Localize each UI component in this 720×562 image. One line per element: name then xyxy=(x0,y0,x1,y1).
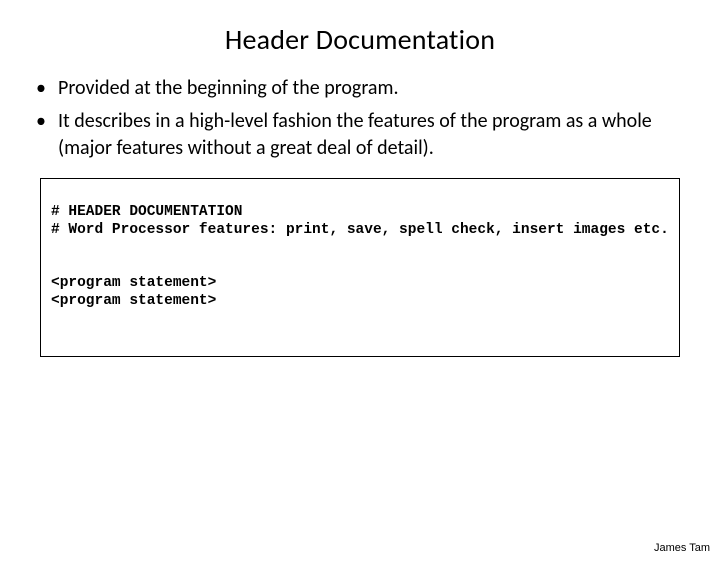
footer-author: James Tam xyxy=(654,542,710,554)
code-box: # HEADER DOCUMENTATION # Word Processor … xyxy=(40,178,680,357)
code-line: <program statement> xyxy=(51,275,216,291)
bullet-list: Provided at the beginning of the program… xyxy=(30,75,690,162)
code-line: # HEADER DOCUMENTATION xyxy=(51,204,242,220)
code-line: # Word Processor features: print, save, … xyxy=(51,222,669,238)
code-line: <program statement> xyxy=(51,293,216,309)
bullet-item: It describes in a high-level fashion the… xyxy=(54,108,690,162)
slide-title: Header Documentation xyxy=(0,22,720,57)
bullet-item: Provided at the beginning of the program… xyxy=(54,75,690,102)
